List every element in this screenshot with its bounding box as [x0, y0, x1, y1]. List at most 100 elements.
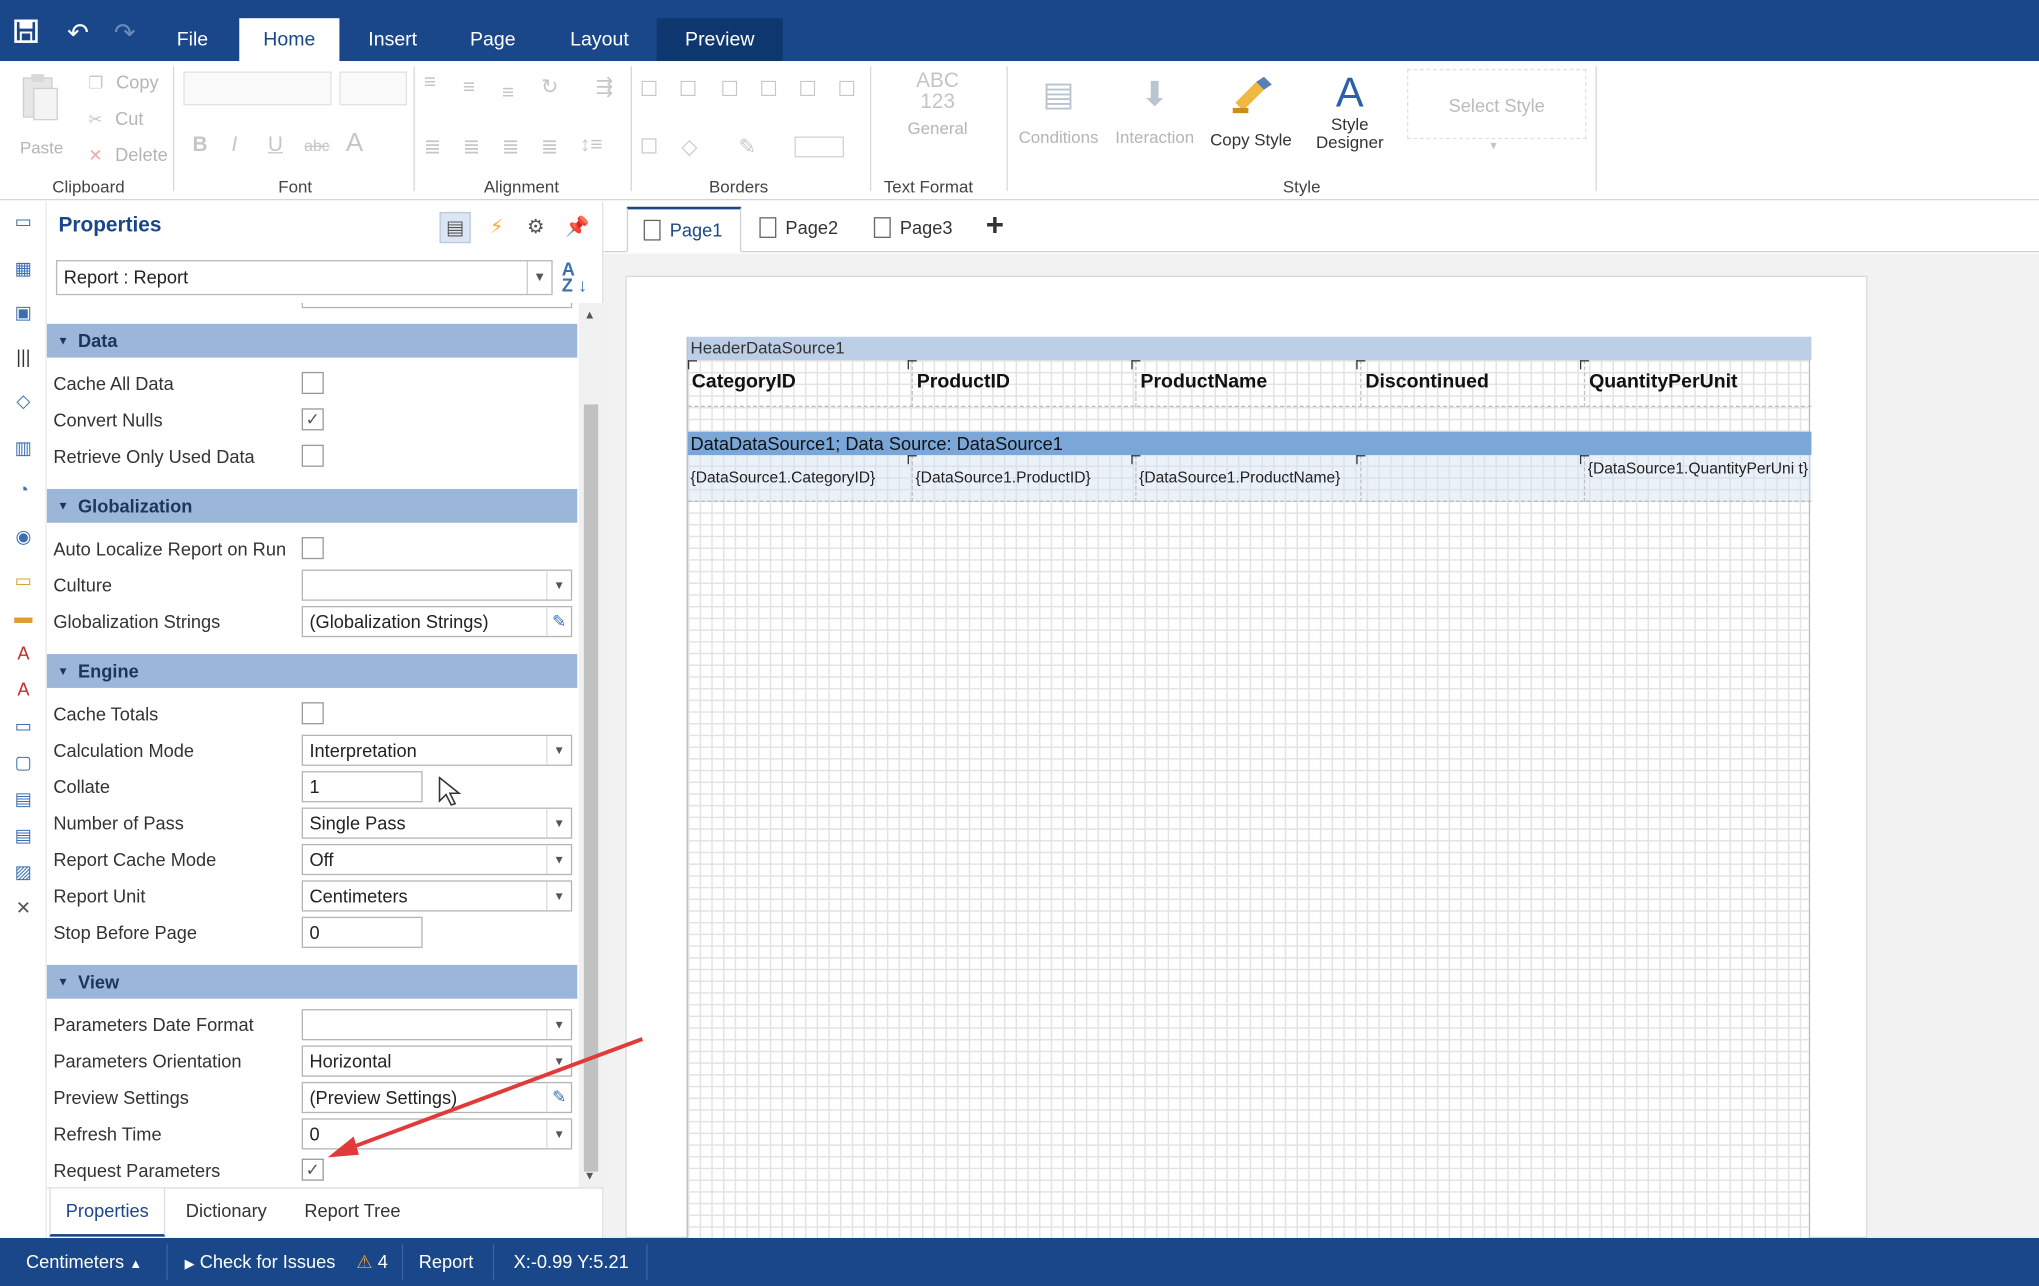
selection-handle[interactable]	[907, 455, 917, 465]
tab-page1[interactable]: Page1	[626, 206, 742, 253]
data-cell-quantityperunit[interactable]: {DataSource1.QuantityPerUni t}	[1585, 460, 1809, 477]
font-size-select[interactable]	[339, 71, 408, 106]
list-icon[interactable]: ▤	[10, 823, 36, 846]
glob-strings-field[interactable]: (Globalization Strings) ✎	[301, 605, 573, 638]
gauge-icon[interactable]: ◔	[10, 477, 36, 500]
design-grid[interactable]: HeaderDataSource1 CategoryID ProductID P…	[686, 336, 1812, 1240]
tab-home[interactable]: Home	[239, 18, 340, 62]
select-style-gallery[interactable]: Select Style	[1407, 68, 1587, 140]
request-params-checkbox[interactable]: ✓	[301, 1158, 324, 1181]
cache-totals-checkbox[interactable]	[301, 702, 324, 725]
collate-input[interactable]: 1	[301, 771, 423, 803]
convert-nulls-checkbox[interactable]: ✓	[301, 408, 324, 431]
tab-preview[interactable]: Preview	[656, 18, 783, 62]
selection-handle[interactable]	[1131, 360, 1141, 370]
font-color-icon[interactable]: A	[346, 129, 363, 159]
border-style-select[interactable]	[794, 136, 844, 158]
redo-icon[interactable]: ↷	[109, 18, 140, 49]
tab-file[interactable]: File	[156, 18, 229, 61]
panel-icon[interactable]: ▭	[10, 714, 36, 737]
sort-alpha-icon[interactable]: AZ ↓	[562, 260, 587, 294]
edit-pencil-icon[interactable]: ✎	[546, 1083, 571, 1112]
scroll-up-icon[interactable]: ▲	[584, 308, 596, 321]
report-unit-select[interactable]: Centimeters ▼	[301, 880, 573, 912]
selection-handle[interactable]	[1579, 455, 1590, 465]
properties-view-icon[interactable]: ▤	[439, 211, 471, 244]
edit-pencil-icon[interactable]: ✎	[546, 607, 571, 636]
add-page-button[interactable]: +	[986, 207, 1004, 246]
calc-mode-select[interactable]: Interpretation ▼	[301, 734, 573, 766]
pin-icon[interactable]: 📌	[562, 212, 593, 243]
stop-before-input[interactable]: 0	[301, 916, 423, 948]
italic-icon[interactable]: I	[231, 134, 237, 157]
cache-all-data-checkbox[interactable]	[301, 371, 324, 395]
align-middle-icon[interactable]: ≡	[463, 77, 475, 100]
align-center-icon[interactable]: ≣	[463, 134, 480, 160]
selection-handle[interactable]	[1579, 360, 1590, 370]
delete-button[interactable]: ✕ Delete	[88, 144, 167, 166]
label-icon[interactable]: A	[10, 677, 36, 700]
object-selector[interactable]: Report : Report ▼	[55, 260, 553, 296]
border-top-icon[interactable]: ☐	[759, 77, 778, 103]
copy-button[interactable]: ❐ Copy	[88, 72, 158, 94]
interaction-button[interactable]: ⬇ Interaction	[1111, 74, 1199, 147]
check-issues-button[interactable]: ▶ Check for Issues	[185, 1238, 336, 1286]
word-wrap-icon[interactable]: ⇶	[596, 74, 613, 100]
gear-icon[interactable]: ⚙	[520, 212, 551, 243]
header-cell-productname[interactable]: ProductName	[1137, 371, 1267, 393]
border-color-icon[interactable]: ✎	[739, 134, 756, 160]
issues-indicator[interactable]: ⚠ 4	[356, 1238, 388, 1286]
culture-select[interactable]: ▼	[301, 569, 573, 601]
style-designer-button[interactable]: A Style Designer	[1306, 69, 1394, 152]
data-band-title[interactable]: DataDataSource1; Data Source: DataSource…	[687, 431, 1812, 456]
font-name-select[interactable]	[183, 71, 332, 106]
tab-page2[interactable]: Page2	[744, 207, 853, 253]
selection-handle[interactable]	[687, 360, 698, 370]
tab-layout[interactable]: Layout	[551, 18, 647, 61]
image-icon[interactable]: ▨	[10, 860, 36, 883]
cut-button[interactable]: ✂ Cut	[88, 108, 143, 130]
status-report[interactable]: Report	[419, 1238, 474, 1286]
selection-handle[interactable]	[1356, 360, 1366, 370]
category-data[interactable]: ▼ Data	[46, 323, 578, 358]
line-spacing-icon[interactable]: ↕≡	[580, 134, 603, 157]
align-right-icon[interactable]: ≣	[502, 134, 519, 160]
data-cell-categoryid[interactable]: {DataSource1.CategoryID}	[688, 469, 876, 486]
container-icon[interactable]: ▢	[10, 750, 36, 773]
header-cell-categoryid[interactable]: CategoryID	[688, 371, 796, 393]
properties-scrollbar[interactable]: ▲ ▼	[578, 302, 604, 1188]
underline-icon[interactable]: U	[268, 134, 283, 157]
undo-icon[interactable]: ↶	[62, 18, 93, 49]
header-band-title[interactable]: HeaderDataSource1	[687, 336, 1812, 361]
category-view[interactable]: ▼ View	[46, 964, 578, 999]
table-icon[interactable]: ▤	[10, 787, 36, 810]
rich-text-icon[interactable]: ▬	[10, 605, 36, 628]
shadow-icon[interactable]: ☐	[640, 134, 659, 160]
data-cell-productid[interactable]: {DataSource1.ProductID}	[913, 469, 1090, 486]
events-lightning-icon[interactable]: ⚡	[481, 212, 512, 243]
rotate-text-icon[interactable]: ↻	[541, 74, 558, 100]
auto-localize-checkbox[interactable]	[301, 537, 324, 560]
bold-icon[interactable]: B	[192, 134, 207, 157]
tab-page[interactable]: Page	[450, 18, 536, 61]
tab-dictionary[interactable]: Dictionary	[174, 1189, 278, 1237]
header-cell-productid[interactable]: ProductID	[913, 371, 1010, 393]
text-icon[interactable]: ▭	[10, 568, 36, 591]
save-icon[interactable]	[10, 18, 41, 49]
barcode-icon[interactable]: |||	[10, 345, 36, 368]
scroll-down-icon[interactable]: ▼	[584, 1169, 596, 1182]
text-format-button[interactable]: ABC 123 General	[895, 71, 981, 138]
charts-icon[interactable]: ▥	[10, 436, 36, 459]
tab-properties[interactable]: Properties	[49, 1188, 166, 1237]
text-box-icon[interactable]: A	[10, 641, 36, 664]
scrollbar-thumb[interactable]	[583, 404, 599, 1172]
chevron-down-icon[interactable]: ▾	[1490, 139, 1497, 153]
selection-handle[interactable]	[1356, 455, 1366, 465]
param-date-select[interactable]: ▼	[301, 1009, 573, 1041]
tab-page3[interactable]: Page3	[858, 207, 970, 253]
border-bottom-icon[interactable]: ☐	[837, 77, 856, 103]
units-selector[interactable]: Centimeters ▲	[26, 1238, 142, 1286]
tab-insert[interactable]: Insert	[349, 18, 437, 61]
align-top-icon[interactable]: ≡	[424, 72, 436, 95]
border-right-icon[interactable]: ☐	[798, 77, 817, 103]
